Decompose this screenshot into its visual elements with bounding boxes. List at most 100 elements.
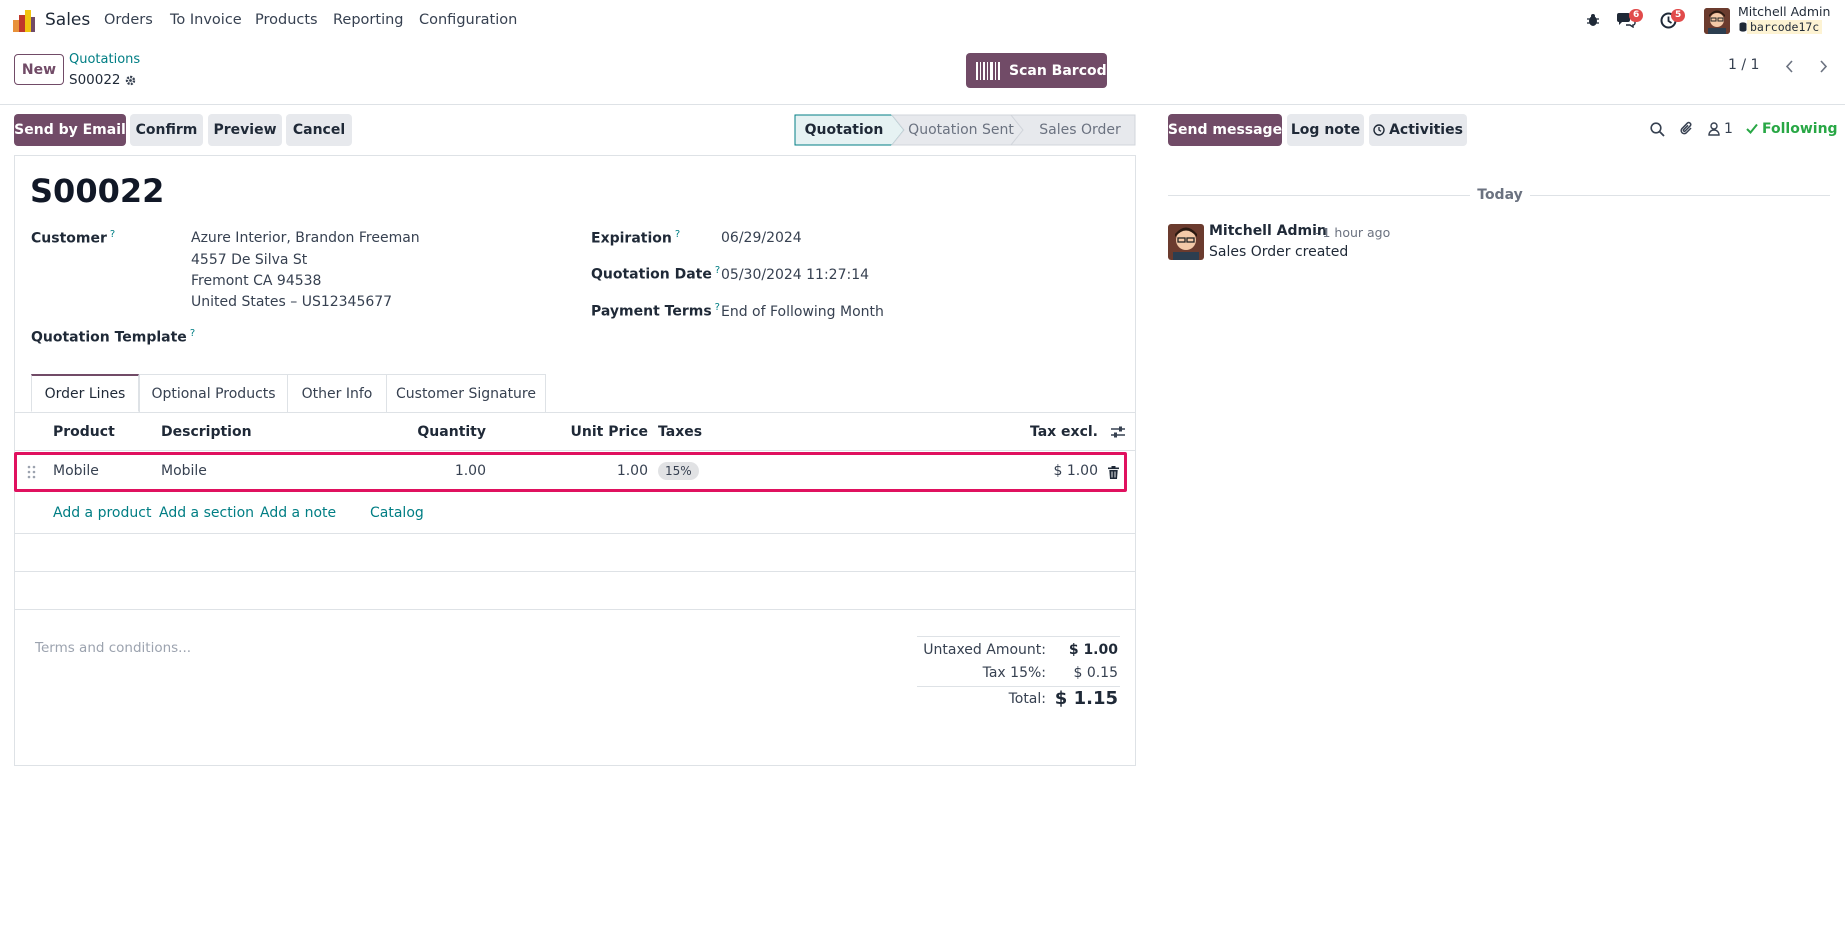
payment-terms-help-icon[interactable]: ? (715, 302, 720, 313)
customer-city: Fremont CA 94538 (191, 273, 322, 289)
col-description[interactable]: Description (161, 424, 252, 440)
user-avatar[interactable] (1704, 8, 1730, 34)
payment-terms-label-text: Payment Terms (591, 303, 712, 320)
add-note-link[interactable]: Add a note (260, 505, 336, 521)
quotation-date-help-icon[interactable]: ? (715, 265, 720, 276)
expiration-label-text: Expiration (591, 230, 672, 247)
customer-label-text: Customer (31, 230, 107, 247)
database-name: barcode17c (1747, 20, 1823, 34)
control-panel-divider (0, 104, 1845, 105)
quotation-date-value[interactable]: 05/30/2024 11:27:14 (721, 267, 869, 283)
breadcrumb-current: S00022 (69, 72, 121, 88)
chatter-search-icon[interactable] (1650, 122, 1665, 137)
tabs-baseline (14, 412, 1136, 413)
database-icon (1739, 22, 1747, 32)
table-empty-row-2 (14, 571, 1136, 572)
date-separator-label: Today (1477, 187, 1523, 203)
customer-help-icon[interactable]: ? (110, 229, 115, 240)
delete-row-trash-icon[interactable] (1108, 466, 1119, 479)
send-by-email-button[interactable]: Send by Email (14, 114, 126, 146)
date-separator-left (1168, 195, 1470, 196)
menu-reporting[interactable]: Reporting (333, 12, 404, 28)
user-name[interactable]: Mitchell Admin (1738, 4, 1830, 19)
menu-configuration[interactable]: Configuration (419, 12, 517, 28)
following-check-icon[interactable] (1746, 123, 1758, 134)
status-quotation[interactable]: Quotation (794, 114, 894, 146)
add-section-link[interactable]: Add a section (159, 505, 254, 521)
col-unit-price[interactable]: Unit Price (540, 424, 648, 440)
catalog-link[interactable]: Catalog (370, 505, 424, 521)
pager-previous-icon[interactable] (1772, 54, 1806, 78)
date-separator-right (1530, 195, 1830, 196)
row-quantity[interactable]: 1.00 (380, 463, 486, 479)
pager-value[interactable]: 1 / 1 (1728, 57, 1759, 73)
status-quotation-sent[interactable]: Quotation Sent (904, 114, 1018, 146)
menu-products[interactable]: Products (255, 12, 318, 28)
tab-other-info[interactable]: Other Info (288, 374, 387, 412)
col-taxes[interactable]: Taxes (658, 424, 702, 440)
payment-terms-value[interactable]: End of Following Month (721, 304, 884, 320)
app-logo-icon[interactable] (13, 10, 37, 32)
record-gear-icon[interactable] (124, 74, 137, 87)
top-navbar: Sales Orders To Invoice Products Reporti… (0, 0, 1845, 42)
confirm-button[interactable]: Confirm (130, 114, 203, 146)
quotation-template-field[interactable] (191, 326, 541, 348)
col-quantity[interactable]: Quantity (380, 424, 486, 440)
row-tax-badge[interactable]: 15% (658, 462, 699, 480)
expiration-value[interactable]: 06/29/2024 (721, 230, 802, 246)
status-sales-order[interactable]: Sales Order (1024, 114, 1136, 146)
log-note-button[interactable]: Log note (1287, 114, 1364, 146)
message-author[interactable]: Mitchell Admin (1209, 223, 1327, 239)
activities-button[interactable]: Activities (1369, 114, 1467, 146)
cancel-button[interactable]: Cancel (286, 114, 352, 146)
menu-orders[interactable]: Orders (104, 12, 153, 28)
barcode-icon (976, 61, 1000, 80)
attachment-paperclip-icon[interactable] (1680, 121, 1694, 137)
record-title[interactable]: S00022 (30, 172, 164, 210)
customer-label: Customer? (31, 229, 115, 247)
send-message-button[interactable]: Send message (1168, 114, 1282, 146)
row-description[interactable]: Mobile (161, 463, 207, 479)
message-time: - 1 hour ago (1314, 225, 1391, 240)
scan-barcode-button[interactable]: Scan Barcode (966, 53, 1116, 88)
followers-user-icon[interactable] (1708, 122, 1720, 136)
breadcrumb-quotations[interactable]: Quotations (69, 52, 140, 67)
customer-name[interactable]: Azure Interior, Brandon Freeman (191, 230, 420, 246)
terms-conditions-field[interactable]: Terms and conditions... (35, 640, 191, 656)
tab-optional-products[interactable]: Optional Products (139, 374, 288, 412)
messages-badge: 6 (1629, 9, 1644, 22)
add-product-link[interactable]: Add a product (53, 505, 151, 521)
preview-button[interactable]: Preview (208, 114, 282, 146)
tab-customer-signature[interactable]: Customer Signature (387, 374, 546, 412)
row-unit-price[interactable]: 1.00 (540, 463, 648, 479)
followers-count[interactable]: 1 (1724, 121, 1733, 137)
col-tax-excl[interactable]: Tax excl. (1000, 424, 1098, 440)
table-header-divider (14, 450, 1136, 451)
row-product[interactable]: Mobile (53, 463, 99, 479)
optional-columns-icon[interactable] (1110, 425, 1126, 439)
col-product[interactable]: Product (53, 424, 115, 440)
scan-barcode-label: Scan Barcode (1009, 62, 1117, 79)
pager-next-icon[interactable] (1806, 54, 1840, 78)
untaxed-amount-label: Untaxed Amount: (923, 642, 1046, 658)
drag-handle-icon[interactable] (27, 465, 36, 479)
message-author-avatar[interactable] (1168, 224, 1204, 260)
following-button[interactable]: Following (1762, 121, 1838, 137)
debug-bug-icon[interactable] (1586, 13, 1600, 27)
app-name[interactable]: Sales (45, 10, 90, 30)
message-body: Sales Order created (1209, 244, 1349, 260)
new-button[interactable]: New (14, 54, 64, 85)
totals-top-divider (917, 636, 1120, 637)
expiration-help-icon[interactable]: ? (675, 229, 680, 240)
menu-to-invoice[interactable]: To Invoice (170, 12, 242, 28)
payment-terms-label: Payment Terms? (591, 302, 720, 320)
customer-street: 4557 De Silva St (191, 252, 308, 268)
activities-badge: 5 (1671, 9, 1686, 22)
activities-clock-small-icon (1373, 124, 1385, 136)
tab-order-lines[interactable]: Order Lines (31, 374, 139, 412)
untaxed-amount-value: $ 1.00 (1068, 642, 1118, 658)
expiration-label: Expiration? (591, 229, 680, 247)
total-label: Total: (1008, 691, 1046, 707)
customer-country: United States – US12345677 (191, 294, 393, 310)
row-subtotal: $ 1.00 (1053, 463, 1098, 479)
